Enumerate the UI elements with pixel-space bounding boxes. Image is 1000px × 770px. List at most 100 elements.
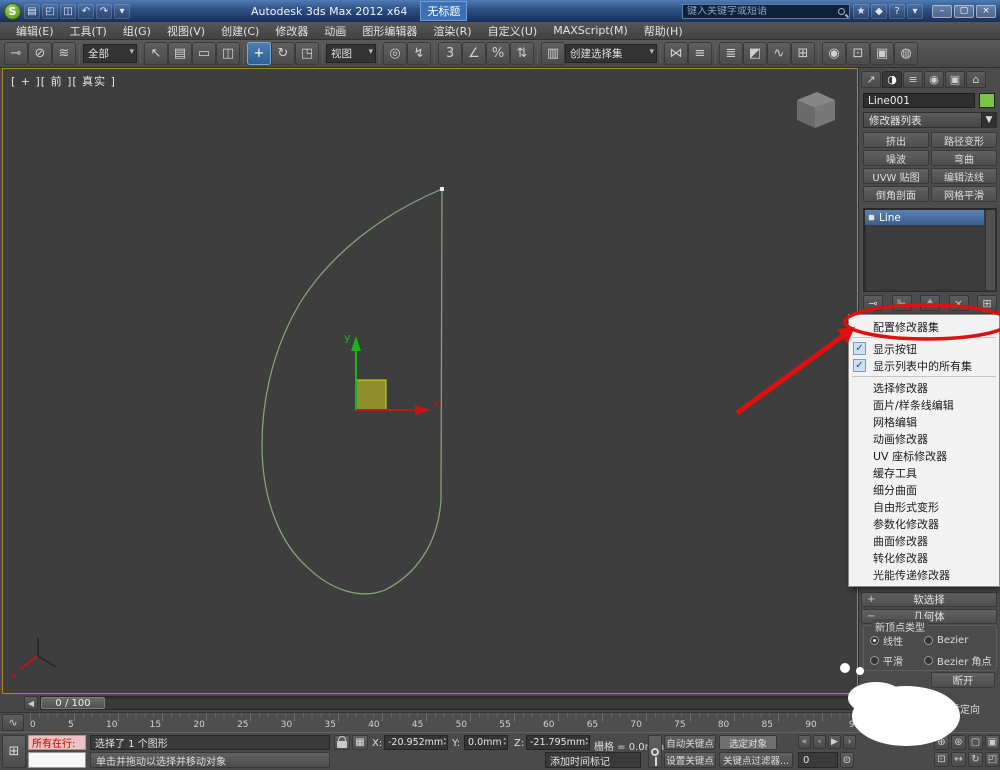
- minimize-button[interactable]: –: [932, 5, 952, 18]
- reorient-checkbox[interactable]: [936, 702, 946, 712]
- edit-named-selections-icon[interactable]: ▥: [541, 42, 565, 65]
- context-menu-item-8[interactable]: 动画修改器: [849, 430, 999, 447]
- undo-icon[interactable]: ↶: [78, 4, 94, 19]
- search-input[interactable]: [687, 6, 834, 17]
- infocenter-star-icon[interactable]: ★: [853, 4, 869, 19]
- help-icon[interactable]: ?: [889, 4, 905, 19]
- align-icon[interactable]: ≡: [688, 42, 712, 65]
- go-to-start-icon[interactable]: «: [798, 735, 811, 749]
- zoom-extents-all-icon[interactable]: ▣: [985, 735, 1000, 750]
- workspace-dropdown-icon[interactable]: ▾: [114, 4, 130, 19]
- menu-item-9[interactable]: 自定义(U): [480, 22, 546, 40]
- time-tag-field[interactable]: 添加时间标记: [545, 752, 641, 768]
- zoom-icon[interactable]: ⊕: [934, 735, 949, 750]
- use-pivot-point-icon[interactable]: ◎: [383, 42, 407, 65]
- select-and-manipulate-icon[interactable]: ↯: [407, 42, 431, 65]
- macro-recorder-field[interactable]: 所有在行:: [28, 735, 86, 750]
- modifier-stack-item[interactable]: Line: [865, 210, 984, 225]
- menu-item-5[interactable]: 修改器: [267, 22, 316, 40]
- modifier-set-button-5[interactable]: 编辑法线: [931, 168, 997, 184]
- make-unique-icon[interactable]: ⋔: [920, 295, 940, 311]
- stack-scrollbar[interactable]: [985, 210, 995, 290]
- select-by-name-icon[interactable]: ▤: [168, 42, 192, 65]
- maximize-viewport-icon[interactable]: ◰: [985, 752, 1000, 767]
- set-key-big-button[interactable]: [648, 735, 662, 768]
- viewport-label[interactable]: [ + ][ 前 ][ 真实 ]: [11, 73, 116, 89]
- tab-display[interactable]: ▣: [945, 71, 965, 88]
- spinner-icon[interactable]: ▴▾: [443, 737, 446, 747]
- context-menu-item-13[interactable]: 参数化修改器: [849, 515, 999, 532]
- menu-item-3[interactable]: 视图(V): [159, 22, 213, 40]
- context-menu-item-15[interactable]: 转化修改器: [849, 549, 999, 566]
- window-crossing-icon[interactable]: ◫: [216, 42, 240, 65]
- layer-manager-icon[interactable]: ≣: [719, 42, 743, 65]
- mirror-icon[interactable]: ⋈: [664, 42, 688, 65]
- viewport-layout-icon[interactable]: ⊞: [2, 735, 26, 768]
- context-menu-item-14[interactable]: 曲面修改器: [849, 532, 999, 549]
- named-selection-dropdown[interactable]: 创建选择集: [565, 44, 657, 63]
- help-dropdown-icon[interactable]: ▾: [907, 4, 923, 19]
- gizmo-xy-plane[interactable]: [356, 380, 386, 410]
- modifier-list-dropdown[interactable]: 修改器列表 ▼: [863, 112, 997, 128]
- modifier-set-button-6[interactable]: 倒角剖面: [863, 186, 929, 202]
- modifier-set-button-0[interactable]: 挤出: [863, 132, 929, 148]
- modifier-set-button-3[interactable]: 弯曲: [931, 150, 997, 166]
- set-key-button[interactable]: 设置关键点: [664, 752, 716, 768]
- mini-curve-editor-button[interactable]: ∿: [2, 714, 24, 731]
- time-slider-track[interactable]: 0 / 100: [40, 696, 886, 710]
- menu-item-4[interactable]: 创建(C): [213, 22, 267, 40]
- selected-mode-dropdown[interactable]: 选定对象: [719, 735, 777, 750]
- time-slider-left-arrow[interactable]: ◀: [24, 696, 38, 710]
- auto-key-button[interactable]: 自动关键点: [664, 735, 716, 750]
- tab-create[interactable]: ↗: [861, 71, 881, 88]
- time-configuration-icon[interactable]: ⊙: [840, 752, 854, 768]
- context-menu-item-5[interactable]: 选择修改器: [849, 379, 999, 396]
- break-button[interactable]: 断开: [931, 672, 995, 688]
- context-menu-item-3[interactable]: ✓显示列表中的所有集: [849, 357, 999, 374]
- move-gizmo[interactable]: y x: [344, 331, 440, 415]
- zoom-extents-icon[interactable]: ▢: [968, 735, 983, 750]
- context-menu-item-0[interactable]: 配置修改器集: [849, 318, 999, 335]
- modifier-set-button-4[interactable]: UVW 贴图: [863, 168, 929, 184]
- menu-item-8[interactable]: 渲染(R): [425, 22, 479, 40]
- schematic-view-icon[interactable]: ⊞: [791, 42, 815, 65]
- vertex-type-option-3[interactable]: Bezier 角点: [924, 653, 991, 668]
- context-menu-item-2[interactable]: ✓显示按钮: [849, 340, 999, 357]
- wireframe-color-swatch[interactable]: [979, 93, 995, 108]
- viewport-front[interactable]: [ + ][ 前 ][ 真实 ] y x x: [2, 68, 858, 694]
- time-slider-handle[interactable]: 0 / 100: [41, 697, 105, 709]
- time-slider-right-arrow[interactable]: ▶: [888, 696, 902, 710]
- vertex-type-option-1[interactable]: Bezier: [924, 633, 991, 648]
- pan-icon[interactable]: ↔: [951, 752, 966, 767]
- play-icon[interactable]: ▶: [828, 735, 841, 749]
- close-button[interactable]: ×: [976, 5, 996, 18]
- rollout-soft-selection[interactable]: 软选择: [861, 592, 997, 607]
- show-end-result-icon[interactable]: ⊩: [892, 295, 912, 311]
- render-production-icon[interactable]: ◍: [894, 42, 918, 65]
- restore-button[interactable]: ▢: [954, 5, 974, 18]
- context-menu-item-12[interactable]: 自由形式变形: [849, 498, 999, 515]
- save-file-icon[interactable]: ◫: [60, 4, 76, 19]
- spline-shape[interactable]: [262, 189, 442, 594]
- menu-item-6[interactable]: 动画: [316, 22, 354, 40]
- redo-icon[interactable]: ↷: [96, 4, 112, 19]
- menu-item-2[interactable]: 组(G): [115, 22, 159, 40]
- select-and-scale-icon[interactable]: ◳: [295, 42, 319, 65]
- vertex-type-option-2[interactable]: 平滑: [870, 653, 924, 668]
- key-filters-button[interactable]: 关键点过滤器...: [719, 752, 793, 768]
- configure-modifier-sets-icon[interactable]: ⊞: [977, 295, 997, 311]
- open-file-icon[interactable]: ◰: [42, 4, 58, 19]
- z-coordinate-input[interactable]: -21.795mm▴▾: [526, 735, 590, 750]
- timeline-ruler[interactable]: 0510152025303540455055606570758085909510…: [30, 713, 910, 733]
- select-and-rotate-icon[interactable]: ↻: [271, 42, 295, 65]
- menu-item-0[interactable]: 编辑(E): [8, 22, 62, 40]
- search-icon[interactable]: [838, 8, 845, 15]
- selection-filter-dropdown[interactable]: 全部: [83, 44, 137, 63]
- menu-item-11[interactable]: 帮助(H): [636, 22, 691, 40]
- menu-item-10[interactable]: MAXScript(M): [545, 23, 636, 38]
- context-menu-item-9[interactable]: UV 座标修改器: [849, 447, 999, 464]
- maxscript-listener-field[interactable]: [28, 752, 86, 768]
- y-coordinate-input[interactable]: 0.0mm▴▾: [464, 735, 508, 750]
- pin-stack-icon[interactable]: ⊸: [863, 295, 883, 311]
- menu-item-7[interactable]: 图形编辑器: [354, 22, 425, 40]
